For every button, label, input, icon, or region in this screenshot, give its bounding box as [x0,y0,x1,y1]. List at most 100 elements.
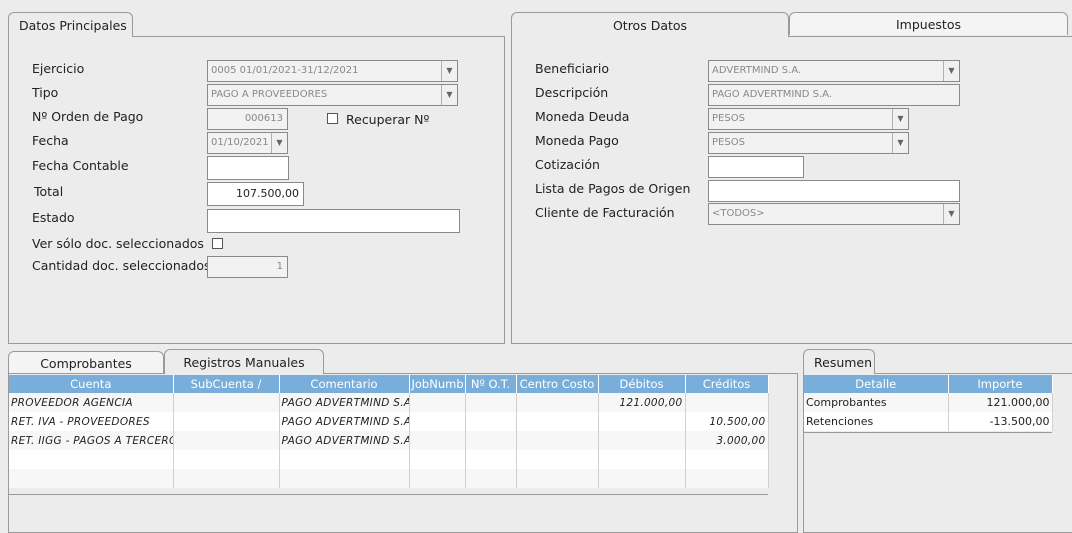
descripcion-field[interactable]: PAGO ADVERTMIND S.A. [708,84,960,106]
tab-registros-manuales[interactable]: Registros Manuales [164,349,324,374]
cell-centro-costo [516,393,599,412]
cell-debitos [598,469,686,488]
lista-pagos-label: Lista de Pagos de Origen [535,181,691,196]
cotizacion-field[interactable] [708,156,804,178]
ver-solo-label: Ver sólo doc. seleccionados [32,236,204,251]
cell-detalle: Comprobantes [804,393,949,412]
column-header-cuenta[interactable]: Cuenta [9,375,174,393]
cell-importe: -13.500,00 [948,412,1053,431]
column-header-subcuenta[interactable]: SubCuenta / [173,375,280,393]
cell-comentario: PAGO ADVERTMIND S.A. [279,393,410,412]
cantidad-field[interactable]: 1 [207,256,288,278]
moneda-pago-select[interactable]: PESOS ▼ [708,132,909,154]
cell-subcuenta [173,469,280,488]
table-row[interactable]: Retenciones -13.500,00 [804,412,1053,431]
tab-impuestos[interactable]: Impuestos [789,12,1068,35]
cell-centro-costo [516,450,599,469]
orden-field[interactable]: 000613 [207,108,288,130]
descripcion-label: Descripción [535,85,609,100]
column-header-importe[interactable]: Importe [948,375,1053,393]
cell-debitos: 121.000,00 [598,393,686,412]
estado-field[interactable] [207,209,460,233]
cell-ot [465,393,517,412]
tab-resumen[interactable]: Resumen [803,349,875,374]
table-row[interactable]: RET. IVA - PROVEEDORES PAGO ADVERTMIND S… [9,412,769,431]
cell-comentario: PAGO ADVERTMIND S.A. [279,431,410,450]
table-bottom-border [9,494,768,495]
column-header-jobnumb[interactable]: JobNumb [409,375,466,393]
column-header-creditos[interactable]: Créditos [685,375,769,393]
moneda-deuda-label: Moneda Deuda [535,109,630,124]
cell-ot [465,412,517,431]
cell-cuenta: RET. IVA - PROVEEDORES [9,412,174,431]
recuperar-label: Recuperar Nº [346,112,430,127]
column-header-comentario[interactable]: Comentario [279,375,410,393]
chevron-down-icon[interactable]: ▼ [943,204,959,224]
cell-cuenta: RET. IIGG - PAGOS A TERCEROS [9,431,174,450]
cell-creditos: 10.500,00 [685,412,769,431]
chevron-down-icon[interactable]: ▼ [943,61,959,81]
chevron-down-icon[interactable]: ▼ [441,85,457,105]
cell-ot [465,469,517,488]
fecha-field[interactable]: 01/10/2021 ▼ [207,132,288,154]
cell-comentario [279,469,410,488]
ejercicio-select[interactable]: 0005 01/01/2021-31/12/2021 ▼ [207,60,458,82]
cell-importe: 121.000,00 [948,393,1053,412]
cliente-facturacion-select[interactable]: <TODOS> ▼ [708,203,960,225]
tab-comprobantes[interactable]: Comprobantes [8,351,164,374]
cell-detalle: Retenciones [804,412,949,431]
beneficiario-label: Beneficiario [535,61,610,76]
resumen-bottom-border [804,432,1052,433]
table-row[interactable] [9,450,769,469]
cell-jobnumb [409,431,466,450]
recuperar-checkbox[interactable] [327,113,338,124]
table-row[interactable]: PROVEEDOR AGENCIA PAGO ADVERTMIND S.A. 1… [9,393,769,412]
chevron-down-icon[interactable]: ▼ [271,133,287,153]
chevron-down-icon[interactable]: ▼ [892,109,908,129]
cantidad-label: Cantidad doc. seleccionados [32,258,211,273]
tipo-label: Tipo [32,85,59,100]
beneficiario-select[interactable]: ADVERTMIND S.A. ▼ [708,60,960,82]
cell-subcuenta [173,412,280,431]
cell-debitos [598,431,686,450]
chevron-down-icon[interactable]: ▼ [441,61,457,81]
table-row[interactable] [9,469,769,488]
cell-cuenta: PROVEEDOR AGENCIA [9,393,174,412]
moneda-pago-label: Moneda Pago [535,133,619,148]
cotizacion-label: Cotización [535,157,600,172]
lista-pagos-field[interactable] [708,180,960,202]
resumen-table: Detalle Importe Comprobantes 121.000,00 … [804,375,1053,431]
cell-creditos [685,469,769,488]
cell-subcuenta [173,431,280,450]
fecha-contable-label: Fecha Contable [32,158,129,173]
cell-centro-costo [516,412,599,431]
cliente-facturacion-label: Cliente de Facturación [535,205,675,220]
column-header-ot[interactable]: Nº O.T. [465,375,517,393]
table-row[interactable]: RET. IIGG - PAGOS A TERCEROS PAGO ADVERT… [9,431,769,450]
tab-label: Datos Principales [19,17,127,33]
tab-otros-datos[interactable]: Otros Datos [511,12,789,37]
cell-subcuenta [173,393,280,412]
tab-label: Resumen [814,354,873,370]
tab-label: Comprobantes [40,355,132,371]
orden-label: Nº Orden de Pago [32,109,144,124]
total-field[interactable]: 107.500,00 [207,182,304,206]
column-header-centro-costo[interactable]: Centro Costo [516,375,599,393]
cell-centro-costo [516,431,599,450]
fecha-contable-field[interactable] [207,156,289,180]
tab-label: Impuestos [896,16,961,32]
moneda-deuda-select[interactable]: PESOS ▼ [708,108,909,130]
tipo-select[interactable]: PAGO A PROVEEDORES ▼ [207,84,458,106]
ver-solo-checkbox[interactable] [212,238,223,249]
tab-label: Otros Datos [612,17,688,33]
estado-label: Estado [32,210,75,225]
cell-creditos [685,450,769,469]
column-header-detalle[interactable]: Detalle [804,375,949,393]
table-row[interactable]: Comprobantes 121.000,00 [804,393,1053,412]
tab-datos-principales[interactable]: Datos Principales [8,12,133,37]
chevron-down-icon[interactable]: ▼ [892,133,908,153]
column-header-debitos[interactable]: Débitos [598,375,686,393]
cell-ot [465,431,517,450]
cell-comentario: PAGO ADVERTMIND S.A. [279,412,410,431]
tab-label: Registros Manuales [183,354,305,370]
